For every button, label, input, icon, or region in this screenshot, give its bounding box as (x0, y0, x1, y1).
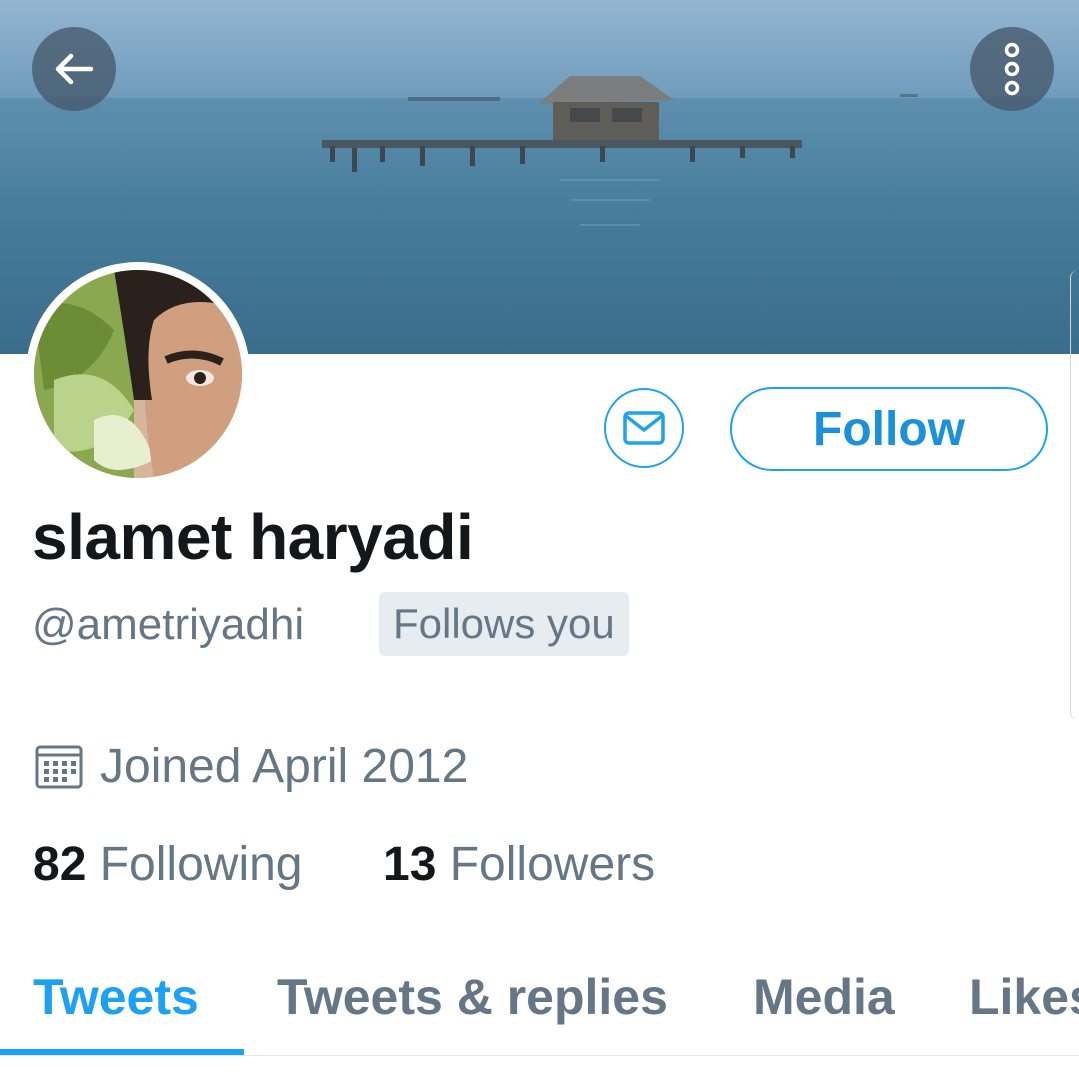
back-button[interactable] (32, 27, 116, 111)
envelope-icon (623, 411, 665, 445)
following-stat[interactable]: 82 Following (33, 837, 303, 892)
calendar-icon (35, 745, 83, 789)
follows-you-badge: Follows you (379, 592, 629, 656)
tabs-divider (0, 1055, 1079, 1056)
tab-tweets[interactable]: Tweets (33, 968, 199, 1026)
tab-media[interactable]: Media (753, 968, 895, 1026)
message-button[interactable] (604, 388, 684, 468)
avatar[interactable] (26, 262, 250, 486)
joined-date: Joined April 2012 (34, 737, 468, 795)
more-vertical-icon (1004, 42, 1020, 96)
display-name: slamet haryadi (32, 501, 474, 573)
follow-button[interactable]: Follow (730, 387, 1048, 471)
joined-text: Joined April 2012 (100, 739, 469, 793)
tab-tweets-replies[interactable]: Tweets & replies (277, 968, 668, 1026)
avatar-image (34, 270, 242, 478)
tab-likes[interactable]: Likes (969, 968, 1079, 1026)
followers-count: 13 (383, 838, 437, 891)
user-handle: @ametriyadhi (32, 600, 305, 649)
scrollbar[interactable] (1070, 270, 1079, 720)
following-count: 82 (33, 838, 87, 891)
following-label: Following (99, 838, 303, 891)
followers-stat[interactable]: 13 Followers (383, 837, 655, 892)
arrow-left-icon (55, 53, 94, 85)
followers-label: Followers (449, 838, 656, 891)
more-options-button[interactable] (970, 27, 1054, 111)
